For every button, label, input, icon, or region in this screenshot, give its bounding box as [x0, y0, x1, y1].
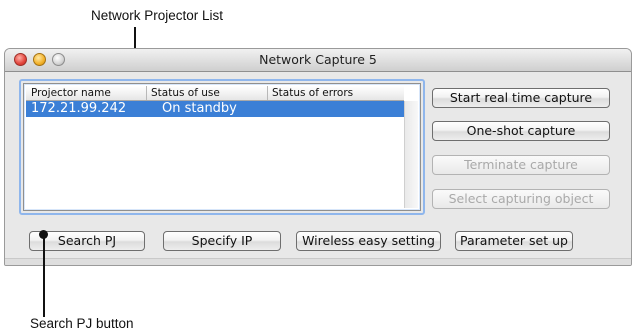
- callout-network-projector-list: Network Projector List: [91, 8, 224, 23]
- parameter-set-up-button[interactable]: Parameter set up: [455, 231, 573, 251]
- start-real-time-capture-button[interactable]: Start real time capture: [432, 88, 610, 108]
- network-capture-window: Network Capture 5 Projector name Status …: [4, 48, 632, 266]
- title-bar[interactable]: Network Capture 5: [5, 49, 631, 72]
- cell-projector-name: 172.21.99.242: [31, 101, 127, 116]
- table-row-selected[interactable]: 172.21.99.242 On standby: [26, 101, 404, 117]
- cell-status-of-use: On standby: [162, 101, 237, 116]
- list-header: Projector name Status of use Status of e…: [26, 86, 404, 101]
- specify-ip-button[interactable]: Specify IP: [163, 231, 281, 251]
- callout-search-pj-button: Search PJ button: [30, 316, 134, 331]
- one-shot-capture-button[interactable]: One-shot capture: [432, 121, 610, 141]
- column-separator: [267, 86, 268, 100]
- callout-line-bottom: [43, 235, 45, 317]
- wireless-easy-setting-button[interactable]: Wireless easy setting: [296, 231, 441, 251]
- terminate-capture-button[interactable]: Terminate capture: [432, 155, 610, 175]
- column-header-projector-name[interactable]: Projector name: [31, 87, 111, 99]
- network-projector-list[interactable]: Projector name Status of use Status of e…: [23, 83, 421, 211]
- column-header-status-of-use[interactable]: Status of use: [151, 87, 220, 99]
- select-capturing-object-button[interactable]: Select capturing object: [432, 189, 610, 209]
- column-header-status-of-errors[interactable]: Status of errors: [272, 87, 353, 99]
- window-bottom-edge: [5, 258, 631, 265]
- list-scrollbar[interactable]: [404, 101, 418, 208]
- window-title: Network Capture 5: [259, 52, 377, 67]
- column-separator: [146, 86, 147, 100]
